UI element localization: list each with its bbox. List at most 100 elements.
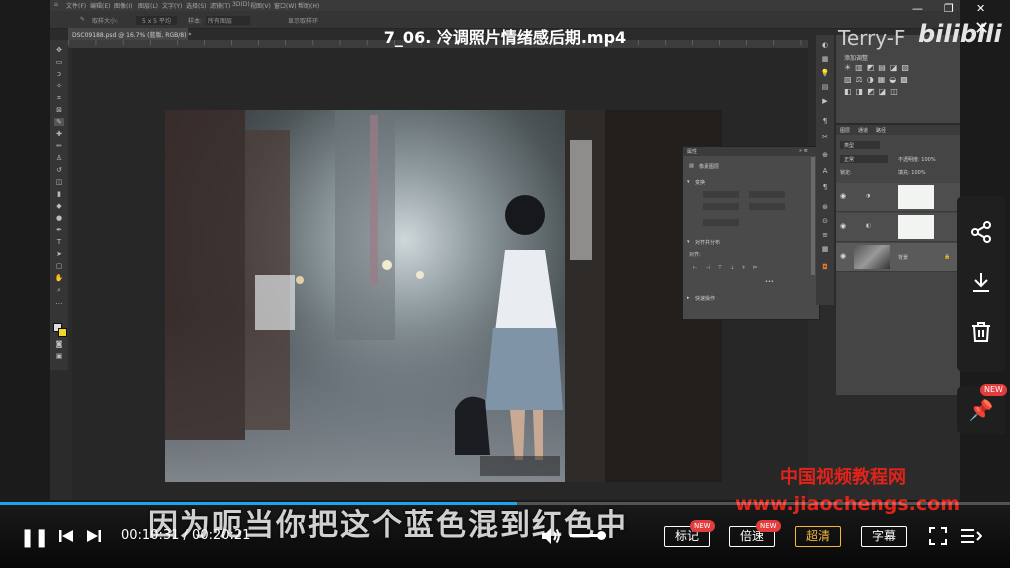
next-button[interactable] bbox=[86, 528, 102, 548]
actions-panel-icon[interactable]: ▶ bbox=[820, 97, 830, 105]
current-time: 00:10:31 bbox=[121, 528, 180, 543]
learn-panel-icon[interactable]: 💡 bbox=[820, 69, 830, 77]
fullscreen-icon bbox=[929, 527, 947, 545]
grid-panel-icon[interactable]: ▦ bbox=[820, 245, 830, 253]
pause-button[interactable]: ❚❚ bbox=[20, 527, 49, 548]
para-panel-icon[interactable]: ¶ bbox=[820, 183, 830, 191]
transform-h-field[interactable] bbox=[703, 203, 739, 210]
glyphs-panel-icon[interactable]: ≡ bbox=[820, 231, 830, 239]
ps-toolbar: ✥ ▭ ↄ ✧ ⌗ ⊠ ✎ ✚ ✏ ♙ ↺ ◫ ▮ ◆ ● ✒ T ➤ ▢ ✋ … bbox=[50, 40, 68, 370]
ps-dock-icons: ◐ ▦ 💡 ▤ ▶ ¶ ✂ ⊕ A ¶ ⊛ ⊙ ≡ ▦ ◘ bbox=[816, 35, 834, 305]
swatches-panel-icon[interactable]: ▦ bbox=[820, 55, 830, 63]
adjustment-icons-row3[interactable]: ◧◨◩◪◫ bbox=[844, 87, 902, 96]
marquee-tool-icon: ▭ bbox=[55, 58, 63, 66]
layers-panel: 图层 通道 路径 类型 正常 不透明度: 100% 锁定: 填充: 100% ◉… bbox=[836, 124, 960, 395]
playlist-icon bbox=[961, 529, 983, 543]
ps-menu-item: 帮助(H) bbox=[298, 3, 320, 10]
layer-row[interactable]: ◉ ◑ bbox=[836, 183, 960, 212]
properties-scrollbar[interactable] bbox=[811, 157, 815, 275]
previous-button[interactable] bbox=[58, 528, 74, 548]
fill-field[interactable]: 填充: 100% bbox=[898, 169, 926, 176]
adjustments-hint: 添加调整 bbox=[844, 55, 869, 62]
ps-menu-item: 滤镜(T) bbox=[210, 3, 231, 10]
playlist-button[interactable] bbox=[960, 526, 983, 550]
restore-icon[interactable]: ❐ bbox=[944, 2, 954, 15]
speaker-icon bbox=[542, 528, 560, 544]
transform-section[interactable]: 变换 bbox=[695, 179, 705, 186]
libraries-panel-icon[interactable]: ▤ bbox=[820, 83, 830, 91]
lock-icon: 🔒 bbox=[944, 254, 951, 260]
visibility-icon[interactable]: ◉ bbox=[840, 192, 846, 200]
minimize-icon[interactable]: — bbox=[912, 2, 923, 15]
playback-time: 00:10:31 / 00:20:21 bbox=[121, 528, 250, 543]
stamp-tool-icon: ♙ bbox=[55, 154, 63, 162]
eyedropper-icon: ✎ bbox=[80, 16, 86, 23]
skip-next-icon bbox=[87, 530, 101, 542]
layer-row[interactable]: ◉ ◧ bbox=[836, 213, 960, 242]
transform-x-field[interactable] bbox=[749, 191, 785, 198]
clone-panel-icon[interactable]: ⊙ bbox=[820, 217, 830, 225]
lasso-tool-icon: ↄ bbox=[57, 70, 61, 78]
video-frame[interactable]: ⌂ 文件(F) 编辑(E) 图像(I) 图层(L) 文字(Y) 选择(S) 滤镜… bbox=[50, 0, 960, 500]
layer-filter-value: 类型 bbox=[844, 143, 855, 149]
caption-button[interactable]: 字幕 bbox=[861, 526, 907, 547]
transform-angle-field[interactable] bbox=[703, 219, 739, 226]
ps-menu-item: 文字(Y) bbox=[162, 3, 183, 10]
quick-actions-section[interactable]: 快速操作 bbox=[695, 295, 715, 302]
align-section[interactable]: 对齐并分布 bbox=[695, 239, 720, 246]
ps-menu-item: 文件(F) bbox=[66, 3, 87, 10]
ps-menu-item: 3D(D) bbox=[232, 1, 250, 8]
volume-button[interactable] bbox=[541, 527, 561, 549]
lock-label: 锁定: bbox=[840, 170, 852, 176]
ps-home-icon: ⌂ bbox=[54, 1, 58, 8]
layer-thumbnail bbox=[854, 245, 890, 269]
progress-fill bbox=[0, 502, 518, 505]
align-sub-label: 对齐: bbox=[689, 252, 701, 258]
adjustment-icons-row2[interactable]: ▧⚖◑▦◒▩ bbox=[844, 75, 912, 84]
fullscreen-button[interactable] bbox=[928, 526, 948, 550]
trash-icon[interactable] bbox=[967, 320, 995, 348]
opacity-field[interactable]: 不透明度: 100% bbox=[898, 156, 936, 163]
blur-tool-icon: ◆ bbox=[56, 202, 62, 210]
more-tools-icon: … bbox=[55, 298, 63, 306]
photo-illustration bbox=[165, 110, 722, 482]
ps-menu-item: 编辑(E) bbox=[90, 3, 111, 10]
shape-tool-icon: ▢ bbox=[55, 262, 63, 270]
layer-name: 背景 bbox=[898, 255, 909, 261]
new-badge: NEW bbox=[756, 520, 781, 532]
transform-y-field[interactable] bbox=[749, 203, 785, 210]
layer-row[interactable]: ◉ 背景 🔒 bbox=[836, 243, 960, 272]
paragraph-panel-icon[interactable]: ¶ bbox=[820, 117, 830, 125]
tab-layers[interactable]: 图层 bbox=[840, 127, 850, 134]
tab-channels[interactable]: 通道 bbox=[858, 127, 868, 134]
volume-knob[interactable] bbox=[596, 531, 606, 540]
download-icon[interactable] bbox=[967, 270, 995, 298]
align-buttons[interactable]: ⊢⊣⊤⊥⊧⊨ bbox=[693, 265, 765, 271]
layers-tabs: 图层 通道 路径 bbox=[836, 125, 960, 135]
transform-w-field[interactable] bbox=[703, 191, 739, 198]
more-icon[interactable]: ••• bbox=[765, 279, 774, 285]
share-icon[interactable] bbox=[967, 220, 995, 248]
adjustment-icons-row1[interactable]: ☀▥◩▤◪▨ bbox=[844, 63, 913, 72]
brush-tool-icon: ✏ bbox=[56, 142, 62, 150]
adjust-panel-icon[interactable]: ⊕ bbox=[820, 151, 830, 159]
close-icon[interactable]: ✕ bbox=[974, 18, 989, 39]
tools-panel-icon[interactable]: ✂ bbox=[820, 133, 830, 141]
quick-mask-icon: ◙ bbox=[55, 340, 63, 348]
char-panel-icon[interactable]: A bbox=[820, 167, 830, 175]
window-close-icon[interactable]: ✕ bbox=[976, 2, 985, 15]
visibility-icon[interactable]: ◉ bbox=[840, 252, 846, 260]
properties-type: 像素图层 bbox=[699, 164, 720, 170]
panel-collapse-icon[interactable]: » ≡ bbox=[799, 148, 808, 154]
quality-button[interactable]: 超清 bbox=[795, 526, 841, 547]
layer-filter-select[interactable]: 类型 bbox=[840, 141, 880, 149]
plugin-panel-icon[interactable]: ◘ bbox=[820, 263, 830, 271]
pin-icon[interactable]: 📌 bbox=[967, 396, 995, 424]
tab-paths[interactable]: 路径 bbox=[876, 127, 886, 134]
screen-mode-icon: ▣ bbox=[55, 352, 63, 360]
brush-panel-icon[interactable]: ⊛ bbox=[820, 203, 830, 211]
photo-canvas bbox=[165, 110, 722, 482]
ps-menubar: ⌂ 文件(F) 编辑(E) 图像(I) 图层(L) 文字(Y) 选择(S) 滤镜… bbox=[50, 0, 960, 11]
blend-mode-select[interactable]: 正常 bbox=[840, 155, 888, 163]
visibility-icon[interactable]: ◉ bbox=[840, 222, 846, 230]
